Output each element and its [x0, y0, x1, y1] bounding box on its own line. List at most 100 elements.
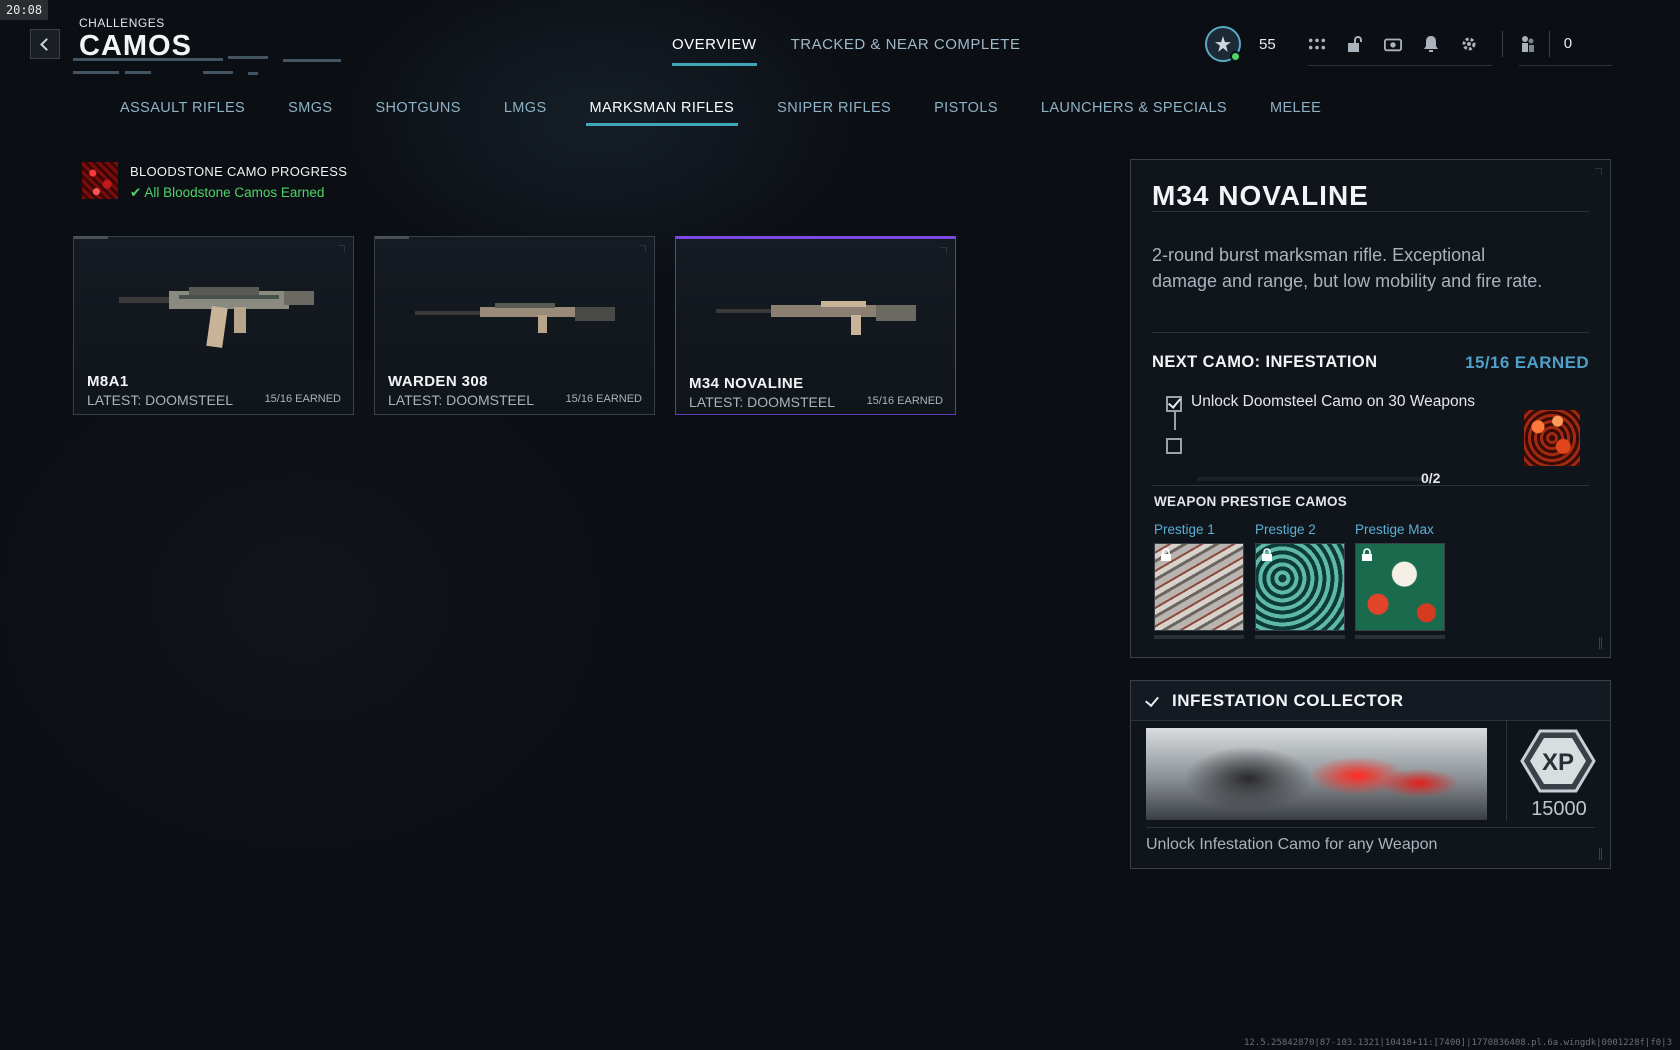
tab-tracked-near-complete[interactable]: TRACKED & NEAR COMPLETE: [791, 36, 1021, 66]
card-corner-mark: [639, 245, 646, 252]
challenge-text: Unlock Doomsteel Camo on 30 Weapons: [1191, 393, 1476, 410]
resize-handle-icon: [1599, 848, 1602, 860]
tab-smgs[interactable]: SMGS: [284, 100, 336, 126]
prestige-progress-bar: [1154, 635, 1244, 639]
divider: [1152, 211, 1589, 212]
checkbox-connector: [1174, 410, 1176, 430]
tab-shotguns[interactable]: SHOTGUNS: [371, 100, 464, 126]
currency[interactable]: 0: [1518, 22, 1613, 66]
weapon-earned: 15/16 EARNED: [264, 393, 341, 405]
infestation-camo-swatch: [1524, 410, 1580, 466]
back-button[interactable]: [30, 29, 60, 59]
check-icon: [1145, 692, 1159, 708]
progress-title: BLOODSTONE CAMO PROGRESS: [130, 164, 348, 179]
weapon-image: [716, 301, 916, 335]
prestige-label: Prestige 2: [1255, 522, 1316, 537]
tab-overview[interactable]: OVERVIEW: [672, 36, 757, 66]
collector-description: Unlock Infestation Camo for any Weapon: [1146, 836, 1438, 853]
card-corner-mark: [338, 245, 345, 252]
weapon-image: [415, 303, 615, 333]
prestige-camo-1[interactable]: Prestige 1: [1154, 522, 1244, 639]
detail-description: 2-round burst marksman rifle. Exceptiona…: [1152, 245, 1543, 291]
tab-marksman-rifles[interactable]: MARKSMAN RIFLES: [585, 100, 739, 126]
detail-title: M34 NOVALINE: [1152, 180, 1369, 211]
card-progress-bar: [375, 236, 409, 239]
hud-icons: [1307, 22, 1492, 66]
rank-star-icon: [1215, 36, 1231, 52]
camera-icon[interactable]: [1383, 35, 1402, 53]
bell-icon[interactable]: [1422, 35, 1440, 53]
xp-label: XP: [1542, 749, 1574, 776]
category-tabs: ASSAULT RIFLES SMGS SHOTGUNS LMGS MARKSM…: [116, 100, 1325, 126]
prestige-camo-max[interactable]: Prestige Max: [1355, 522, 1445, 639]
gear-icon[interactable]: [1460, 35, 1478, 53]
divider: [1146, 827, 1595, 828]
prestige-label: Prestige 1: [1154, 522, 1215, 537]
weapon-detail-panel: M34 NOVALINE 2-round burst marksman rifl…: [1130, 159, 1611, 658]
tab-assault-rifles[interactable]: ASSAULT RIFLES: [116, 100, 249, 126]
weapon-card-m34-novaline[interactable]: M34 NOVALINE LATEST: DOOMSTEEL 15/16 EAR…: [675, 236, 956, 415]
weapon-latest: LATEST: DOOMSTEEL: [87, 392, 233, 408]
prestige-camo-tile: [1255, 543, 1345, 631]
clock: 20:08: [0, 0, 48, 20]
weapon-name: WARDEN 308: [388, 373, 488, 390]
lock-icon: [1262, 548, 1272, 561]
soldiers-icon: [1519, 35, 1537, 53]
weapon-earned: 15/16 EARNED: [565, 393, 642, 405]
prestige-label: Prestige Max: [1355, 522, 1434, 537]
grid-icon[interactable]: [1308, 35, 1326, 53]
tab-sniper-rifles[interactable]: SNIPER RIFLES: [773, 100, 895, 126]
xp-badge-icon: XP: [1520, 729, 1596, 793]
weapon-name: M34 NOVALINE: [689, 375, 804, 392]
weapon-image: [119, 287, 314, 348]
prestige-camo-tile: [1355, 543, 1445, 631]
progress-status-text: All Bloodstone Camos Earned: [144, 185, 325, 200]
bloodstone-camo-swatch: [82, 162, 118, 199]
lock-icon: [1161, 548, 1171, 561]
collector-artwork: [1146, 728, 1487, 820]
title-glitch-decoration: [73, 54, 343, 78]
weapon-card-m8a1[interactable]: M8A1 LATEST: DOOMSTEEL 15/16 EARNED: [73, 236, 354, 415]
xp-reward: 15000: [1531, 798, 1587, 820]
bloodstone-progress: BLOODSTONE CAMO PROGRESS ✔ All Bloodston…: [82, 162, 347, 201]
challenge-progress-value: 0/2: [1421, 470, 1441, 486]
hud-separator: [1501, 31, 1503, 57]
weapon-card-warden-308[interactable]: WARDEN 308 LATEST: DOOMSTEEL 15/16 EARNE…: [374, 236, 655, 415]
challenge-progress-bar: [1197, 477, 1431, 481]
tab-melee[interactable]: MELEE: [1266, 100, 1325, 126]
next-camo-label: NEXT CAMO: INFESTATION: [1152, 353, 1378, 371]
weapon-name: M8A1: [87, 373, 129, 390]
prestige-progress-bar: [1355, 635, 1445, 639]
earned-count: 15/16 EARNED: [1465, 353, 1589, 372]
progress-status: ✔ All Bloodstone Camos Earned: [130, 185, 347, 201]
weapon-earned: 15/16 EARNED: [866, 395, 943, 407]
resize-handle-icon: [1599, 637, 1602, 649]
divider: [1152, 332, 1589, 333]
prestige-progress-bar: [1255, 635, 1345, 639]
weapon-latest: LATEST: DOOMSTEEL: [388, 392, 534, 408]
hud-bar: 55 0: [1205, 22, 1613, 66]
build-info: 12.5.25842870|87-103.1321|10418+11:[7400…: [1243, 1038, 1672, 1048]
chevron-left-icon: [40, 37, 53, 51]
prestige-heading: WEAPON PRESTIGE CAMOS: [1154, 494, 1348, 509]
collector-title: INFESTATION COLLECTOR: [1172, 691, 1404, 710]
tab-launchers-specials[interactable]: LAUNCHERS & SPECIALS: [1037, 100, 1231, 126]
currency-amount: 0: [1563, 35, 1573, 52]
card-progress-bar: [74, 236, 108, 239]
tab-pistols[interactable]: PISTOLS: [930, 100, 1002, 126]
check-icon: ✔: [130, 185, 142, 200]
currency-separator: [1548, 30, 1550, 57]
online-status-icon: [1230, 51, 1241, 62]
rank-badge[interactable]: [1205, 26, 1241, 62]
unlock-icon[interactable]: [1346, 35, 1364, 53]
player-level: 55: [1259, 35, 1276, 53]
infestation-collector-panel: INFESTATION COLLECTOR XP 15000 Unlock In…: [1130, 680, 1611, 869]
divider: [1152, 485, 1589, 486]
tab-lmgs[interactable]: LMGS: [500, 100, 551, 126]
panel-corner-mark: [1595, 168, 1602, 175]
prestige-camo-tile: [1154, 543, 1244, 631]
challenge-checkbox-pending: [1166, 438, 1182, 454]
prestige-camo-2[interactable]: Prestige 2: [1255, 522, 1345, 639]
breadcrumb: CHALLENGES: [79, 16, 165, 30]
card-corner-mark: [940, 247, 947, 254]
